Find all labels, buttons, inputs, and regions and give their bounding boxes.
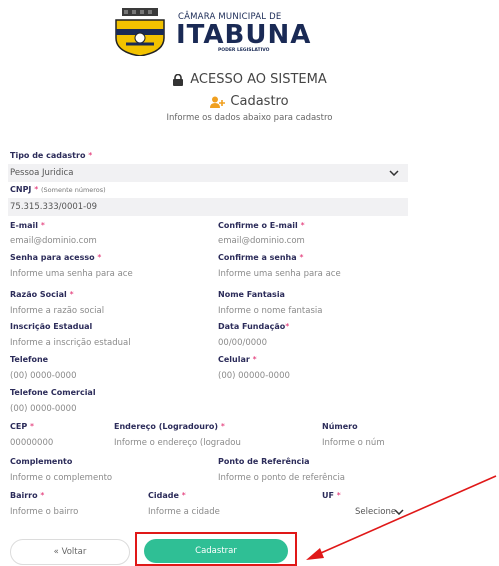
numero-label: Número bbox=[322, 422, 358, 431]
highlight-box bbox=[135, 532, 297, 566]
razao-social-label: Razão Social * bbox=[10, 290, 74, 299]
instructions-text: Informe os dados abaixo para cadastro bbox=[166, 113, 333, 123]
cidade-label: Cidade * bbox=[148, 491, 186, 500]
cep-label: CEP * bbox=[10, 422, 34, 431]
celular-field[interactable]: (00) 00000-0000 bbox=[218, 367, 408, 385]
senha-confirm-field[interactable]: Informe uma senha para ace bbox=[218, 265, 408, 283]
email-confirm-field[interactable]: email@dominio.com bbox=[218, 232, 408, 250]
senha-field[interactable]: Informe uma senha para ace bbox=[10, 265, 213, 283]
complemento-label: Complemento bbox=[10, 457, 73, 466]
bairro-label: Bairro * bbox=[10, 491, 45, 500]
cnpj-field[interactable]: 75.315.333/0001-09 bbox=[8, 198, 408, 216]
add-user-icon bbox=[210, 96, 226, 108]
telefone-comercial-label: Telefone Comercial bbox=[10, 388, 96, 397]
bairro-field[interactable]: Informe o bairro bbox=[10, 503, 142, 521]
org-subtitle: PODER LEGISLATIVO bbox=[218, 48, 270, 53]
endereco-label: Endereço (Logradouro) * bbox=[114, 422, 225, 431]
ponto-referencia-label: Ponto de Referência bbox=[218, 457, 310, 466]
data-fundacao-field[interactable]: 00/00/0000 bbox=[218, 334, 408, 352]
telefone-field[interactable]: (00) 0000-0000 bbox=[10, 367, 210, 385]
email-field[interactable]: email@dominio.com bbox=[10, 232, 210, 250]
data-fundacao-label: Data Fundação* bbox=[218, 322, 290, 331]
annotation-arrow bbox=[306, 475, 497, 560]
back-button[interactable]: « Voltar bbox=[10, 539, 130, 565]
telefone-label: Telefone bbox=[10, 355, 49, 364]
chevron-down-icon bbox=[389, 170, 399, 176]
municipal-crest-logo bbox=[115, 8, 165, 56]
razao-social-field[interactable]: Informe a razão social bbox=[10, 302, 210, 320]
celular-label: Celular * bbox=[218, 355, 257, 364]
senha-label: Senha para acesso * bbox=[10, 253, 102, 262]
header: CÂMARA MUNICIPAL DE ITABUNA PODER LEGISL… bbox=[0, 0, 499, 60]
city-name: ITABUNA bbox=[176, 20, 312, 50]
cep-field[interactable]: 00000000 bbox=[10, 434, 108, 452]
tipo-cadastro-select[interactable]: Pessoa Juridica bbox=[8, 164, 408, 182]
complemento-field[interactable]: Informe o complemento bbox=[10, 469, 210, 487]
page-subtitle: Cadastro bbox=[0, 94, 499, 109]
numero-field[interactable]: Informe o núm bbox=[322, 434, 408, 452]
inscricao-estadual-field[interactable]: Informe a inscrição estadual bbox=[10, 334, 213, 352]
inscricao-estadual-label: Inscrição Estadual bbox=[10, 322, 93, 331]
page-title: ACESSO AO SISTEMA bbox=[0, 72, 499, 87]
tipo-cadastro-value: Pessoa Juridica bbox=[10, 168, 74, 178]
page-subtitle-text: Cadastro bbox=[230, 94, 289, 109]
email-label: E-mail * bbox=[10, 221, 45, 230]
tipo-cadastro-label: Tipo de cadastro * bbox=[10, 151, 93, 160]
cnpj-label: CNPJ * (Somente números) bbox=[10, 185, 106, 194]
cidade-field[interactable]: Informe a cidade bbox=[148, 503, 316, 521]
email-confirm-label: Confirme o E-mail * bbox=[218, 221, 305, 230]
endereco-field[interactable]: Informe o endereço (logradou bbox=[114, 434, 314, 452]
lock-icon bbox=[173, 73, 184, 86]
page-title-text: ACESSO AO SISTEMA bbox=[190, 72, 327, 87]
nome-fantasia-label: Nome Fantasia bbox=[218, 290, 285, 299]
telefone-comercial-field[interactable]: (00) 0000-0000 bbox=[10, 400, 210, 418]
nome-fantasia-field[interactable]: Informe o nome fantasia bbox=[218, 302, 408, 320]
senha-confirm-label: Confirme a senha * bbox=[218, 253, 304, 262]
